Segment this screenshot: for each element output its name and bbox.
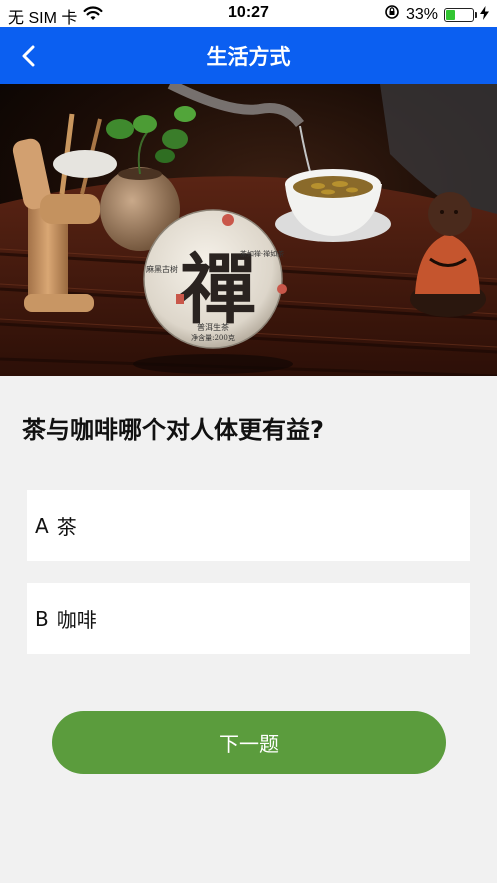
cake-label-bottom-2: 净含量:200克 bbox=[191, 333, 235, 342]
cake-label-right: 茶如禅·禅如茶 bbox=[240, 249, 284, 258]
cake-calligraphy: 禪 bbox=[180, 245, 256, 334]
cake-label-left: 麻黑古树 bbox=[146, 264, 178, 274]
tea-ceremony-image: 禪 麻黑古树 茶如禅·禅如茶 普洱生茶 净含量:200克 bbox=[0, 84, 497, 376]
question-text: 茶与咖啡哪个对人体更有益? bbox=[22, 416, 324, 444]
option-text: 咖啡 bbox=[56, 608, 97, 632]
next-question-button[interactable]: 下一题 bbox=[52, 711, 446, 774]
battery-icon bbox=[444, 7, 477, 22]
battery-percent: 33% bbox=[405, 5, 438, 23]
battery-level bbox=[446, 9, 455, 20]
page-title: 生活方式 bbox=[206, 45, 291, 69]
rotation-lock-icon bbox=[384, 4, 400, 25]
option-text: 茶 bbox=[56, 515, 77, 539]
status-right: 33% bbox=[384, 4, 489, 25]
nav-bar: 生活方式 bbox=[0, 27, 497, 84]
status-bar: 无 SIM 卡 10:27 33% bbox=[0, 0, 497, 27]
option-letter: B bbox=[35, 606, 49, 631]
charging-icon bbox=[480, 6, 489, 23]
option-a[interactable]: A 茶 bbox=[27, 490, 470, 561]
option-b[interactable]: B 咖啡 bbox=[27, 583, 470, 654]
option-letter: A bbox=[35, 513, 49, 538]
cake-label-bottom-1: 普洱生茶 bbox=[197, 322, 229, 332]
